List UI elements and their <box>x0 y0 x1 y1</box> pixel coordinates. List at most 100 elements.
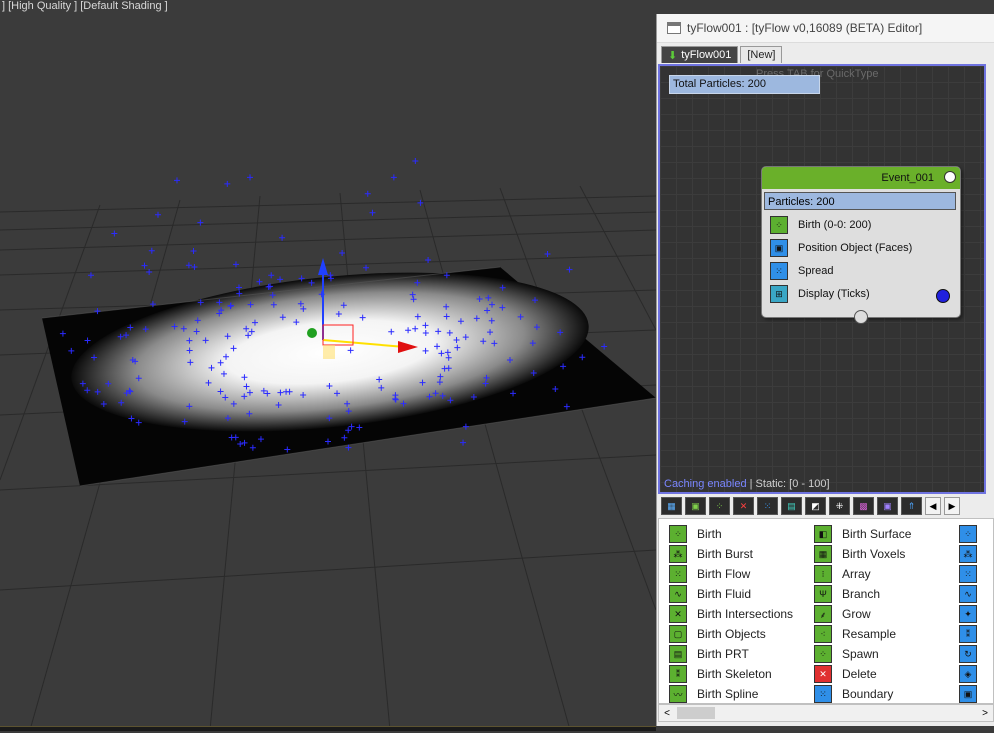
birth-icon: ⁘ <box>669 525 687 543</box>
operator-display[interactable]: ⊞ Display (Ticks) <box>770 284 870 304</box>
flow-canvas[interactable]: Press TAB for QuickType Total Particles:… <box>658 64 986 494</box>
operator-list[interactable]: ⁘ Birth ⁂ Birth Burst ⁙ Birth Flow ∿ Birth F… <box>658 518 994 704</box>
birth-flow-category-icon[interactable]: ⁘ <box>709 497 730 515</box>
list-item-label: Birth Skeleton <box>697 667 772 681</box>
physics-category-icon[interactable]: ⁜ <box>829 497 850 515</box>
birth-objects-icon: ▢ <box>669 625 687 643</box>
misc-category-icon[interactable]: ▣ <box>877 497 898 515</box>
operator-birth[interactable]: ⁘ Birth (0-0: 200) <box>770 215 871 235</box>
list-item-label: Birth <box>697 527 722 541</box>
list-item-array[interactable]: ⁝ Array <box>814 564 911 584</box>
scroll-right-icon[interactable]: > <box>977 708 993 719</box>
flow-tabs: ⬇ tyFlow001 [New] <box>661 46 783 63</box>
position-object-icon: ▣ <box>770 239 788 257</box>
list-item-birth-fluid[interactable]: ∿ Birth Fluid <box>669 584 793 604</box>
mesh-category-icon[interactable]: ▩ <box>853 497 874 515</box>
tab-new[interactable]: [New] <box>740 46 783 63</box>
list-item-partial[interactable]: ▣ <box>959 684 987 703</box>
list-item-label: Birth Burst <box>697 547 754 561</box>
tab-tyflow001[interactable]: ⬇ tyFlow001 <box>661 46 739 63</box>
data-category-icon[interactable]: ▤ <box>781 497 802 515</box>
all-icon[interactable]: ▦ <box>661 497 682 515</box>
event-node[interactable]: Event_001 Particles: 200 ⁘ Birth (0-0: 2… <box>761 166 961 324</box>
birth-voxels-icon: ▦ <box>814 545 832 563</box>
tyflow-editor-window: tyFlow001 : [tyFlow v0,16089 (BETA) Edit… <box>656 14 994 726</box>
birth-spline-icon: 〰 <box>669 685 687 703</box>
list-item-resample[interactable]: ⁖ Resample <box>814 624 911 644</box>
list-item-birth[interactable]: ⁘ Birth <box>669 524 793 544</box>
list-item-partial[interactable]: ⁙ <box>959 564 987 584</box>
operator-column-1: ⁘ Birth ⁂ Birth Burst ⁙ Birth Flow ∿ Birth F… <box>669 524 793 703</box>
birth-category-icon[interactable]: ▣ <box>685 497 706 515</box>
birth-intersections-icon: ✕ <box>669 605 687 623</box>
display-color-dot[interactable] <box>936 289 950 303</box>
delete-category-icon[interactable]: ✕ <box>733 497 754 515</box>
scroll-left-icon[interactable]: ◀ <box>925 497 941 515</box>
delete-icon: ✕ <box>814 665 832 683</box>
birth-fluid-icon: ∿ <box>669 585 687 603</box>
editor-title: tyFlow001 : [tyFlow v0,16089 (BETA) Edit… <box>687 21 923 35</box>
list-item-birth-burst[interactable]: ⁂ Birth Burst <box>669 544 793 564</box>
list-item-partial[interactable]: ∿ <box>959 584 987 604</box>
operator-icon: ⁑ <box>959 625 977 643</box>
list-item-partial[interactable]: ⁑ <box>959 624 987 644</box>
list-item-partial[interactable]: ⁘ <box>959 524 987 544</box>
list-item-label: Birth PRT <box>697 647 749 661</box>
arrow-category-icon[interactable]: ⇑ <box>901 497 922 515</box>
list-item-birth-skeleton[interactable]: ⁑ Birth Skeleton <box>669 664 793 684</box>
grow-icon: ⸙ <box>814 605 832 623</box>
event-input-port[interactable] <box>854 310 868 324</box>
operator-icon: ◈ <box>959 665 977 683</box>
list-item-delete[interactable]: ✕ Delete <box>814 664 911 684</box>
boundary-icon: ⁙ <box>814 685 832 703</box>
array-icon: ⁝ <box>814 565 832 583</box>
birth-surface-icon: ◧ <box>814 525 832 543</box>
list-item-partial[interactable]: ⁂ <box>959 544 987 564</box>
birth-burst-icon: ⁂ <box>669 545 687 563</box>
spread-icon: ⁙ <box>770 262 788 280</box>
list-item-birth-voxels[interactable]: ▦ Birth Voxels <box>814 544 911 564</box>
lightbulb-icon[interactable] <box>944 171 956 183</box>
static-range: | Static: [0 - 100] <box>746 478 830 490</box>
operator-position-object[interactable]: ▣ Position Object (Faces) <box>770 238 912 258</box>
list-item-label: Birth Flow <box>697 567 751 581</box>
list-item-label: Birth Surface <box>842 527 912 541</box>
list-item-grow[interactable]: ⸙ Grow <box>814 604 911 624</box>
operator-spread[interactable]: ⁙ Spread <box>770 261 833 281</box>
list-item-label: Birth Voxels <box>842 547 906 561</box>
cache-status: Caching enabled | Static: [0 - 100] <box>664 478 830 490</box>
list-item-label: Birth Objects <box>697 627 766 641</box>
list-item-spawn[interactable]: ⁘ Spawn <box>814 644 911 664</box>
event-header[interactable]: Event_001 <box>762 167 960 189</box>
list-item-partial[interactable]: ↻ <box>959 644 987 664</box>
download-arrow-icon: ⬇ <box>668 49 678 62</box>
position-category-icon[interactable]: ⁙ <box>757 497 778 515</box>
branch-icon: Ψ <box>814 585 832 603</box>
list-item-birth-objects[interactable]: ▢ Birth Objects <box>669 624 793 644</box>
operator-icon: ▣ <box>959 685 977 703</box>
editor-titlebar: tyFlow001 : [tyFlow v0,16089 (BETA) Edit… <box>657 14 994 43</box>
caching-status: Caching enabled <box>664 478 747 490</box>
horizontal-scrollbar[interactable]: < > <box>658 704 994 722</box>
list-item-label: Resample <box>842 627 897 641</box>
list-item-partial[interactable]: ◈ <box>959 664 987 684</box>
tab-label: tyFlow001 <box>681 49 732 61</box>
birth-flow-icon: ⁙ <box>669 565 687 583</box>
scroll-thumb[interactable] <box>677 707 715 719</box>
list-item-label: Birth Fluid <box>697 587 752 601</box>
operator-icon: ⁘ <box>959 525 977 543</box>
list-item-boundary[interactable]: ⁙ Boundary <box>814 684 911 703</box>
scroll-left-icon[interactable]: < <box>659 708 675 719</box>
list-item-label: Delete <box>842 667 877 681</box>
list-item-partial[interactable]: ✦ <box>959 604 987 624</box>
list-item-branch[interactable]: Ψ Branch <box>814 584 911 604</box>
bottom-bar <box>0 726 656 731</box>
list-item-birth-prt[interactable]: ▤ Birth PRT <box>669 644 793 664</box>
viewport-label[interactable]: ] [High Quality ] [Default Shading ] <box>2 0 168 12</box>
scroll-right-icon[interactable]: ▶ <box>944 497 960 515</box>
list-item-birth-intersections[interactable]: ✕ Birth Intersections <box>669 604 793 624</box>
list-item-birth-surface[interactable]: ◧ Birth Surface <box>814 524 911 544</box>
render-category-icon[interactable]: ◩ <box>805 497 826 515</box>
list-item-birth-spline[interactable]: 〰 Birth Spline <box>669 684 793 703</box>
list-item-birth-flow[interactable]: ⁙ Birth Flow <box>669 564 793 584</box>
